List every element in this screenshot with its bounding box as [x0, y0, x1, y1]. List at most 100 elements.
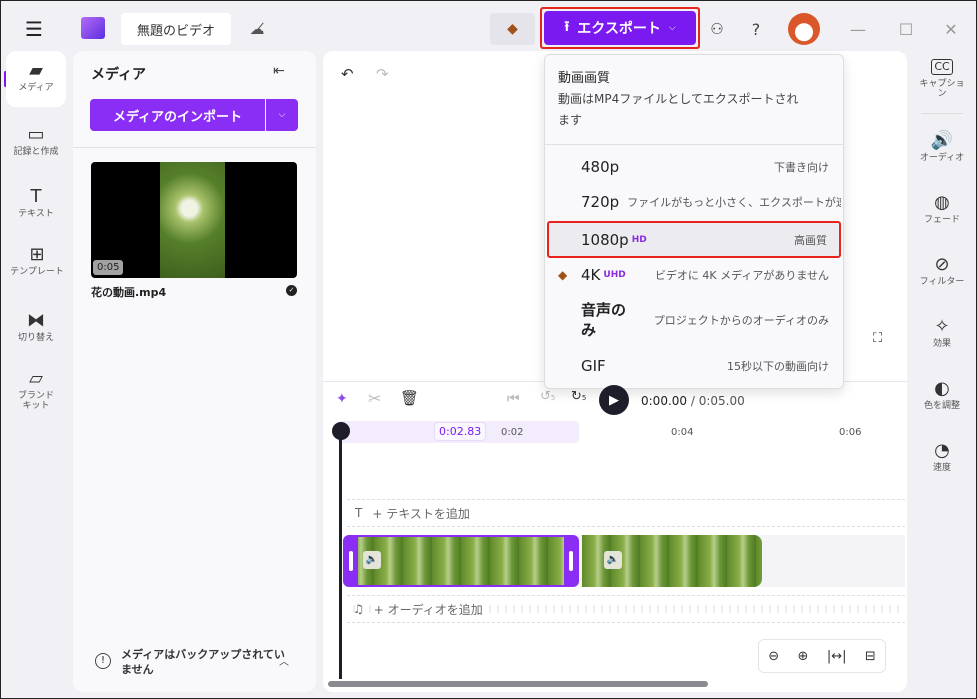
rail-item-effects[interactable]: ✧ 効果: [911, 315, 973, 350]
fade-icon: ◍: [934, 192, 950, 213]
export-button[interactable]: ⭱ エクスポート ⌵: [544, 11, 696, 45]
quality-option-1080p[interactable]: 1080p HD 高画質: [547, 221, 841, 258]
templates-icon: ⊞: [29, 244, 45, 265]
chevron-up-icon[interactable]: ︿: [279, 653, 289, 668]
divider: [73, 147, 316, 148]
speaker-icon: 🔊: [930, 130, 954, 151]
import-dropdown-button[interactable]: ⌵: [266, 99, 298, 131]
rail-label: 色を調整: [923, 401, 960, 411]
nav-label: テンプレート: [10, 267, 64, 277]
text-icon: T: [355, 506, 363, 520]
nav-label: ブランドキット: [17, 391, 54, 411]
duration-badge: 0:05: [93, 260, 124, 275]
text-track[interactable]: T + テキストを追加: [347, 499, 905, 527]
quality-option-720p[interactable]: 720p ファイルがもっと小さく、エクスポートが速い: [547, 183, 841, 221]
forward-5-button[interactable]: ↻5: [571, 389, 586, 404]
undo-icon[interactable]: ↶: [341, 65, 354, 83]
rail-item-filters[interactable]: ⊘ フィルター: [911, 253, 973, 288]
total-time: / 0:05.00: [690, 394, 745, 408]
quality-option-audio-only[interactable]: 音声のみ プロジェクトからのオーディオのみ: [547, 295, 841, 345]
speaker-icon[interactable]: 🔈: [363, 551, 381, 569]
media-thumbnail[interactable]: 0:05: [91, 162, 297, 278]
audio-track[interactable]: ♫ + オーディオを追加: [347, 595, 905, 623]
fit-to-width-icon[interactable]: |↔|: [827, 649, 847, 664]
nav-item-brand-kit[interactable]: ▱ ブランドキット: [16, 367, 56, 412]
media-file-name: 花の動画.mp4: [91, 286, 167, 299]
trim-handle-left[interactable]: [345, 537, 358, 585]
video-clip-selected[interactable]: 🔈: [343, 535, 579, 587]
option-desc: ビデオに 4K メディアがありません: [654, 269, 829, 282]
zoom-in-icon[interactable]: ⊕: [798, 649, 809, 664]
playhead-line[interactable]: [339, 433, 342, 679]
ruler-tick-label: 0:06: [839, 427, 862, 438]
folder-icon: ▰: [29, 60, 43, 81]
speaker-icon[interactable]: 🔈: [604, 551, 622, 569]
chevron-down-icon: ⌵: [668, 23, 676, 33]
collapse-panel-icon[interactable]: ⇤: [273, 63, 285, 79]
video-clip[interactable]: 🔈: [582, 535, 762, 587]
play-button[interactable]: ▶: [599, 385, 629, 415]
nav-item-templates[interactable]: ⊞ テンプレート: [6, 243, 68, 278]
diamond-icon: ◆: [507, 21, 518, 37]
info-icon: !: [95, 653, 111, 669]
maximize-icon[interactable]: ☐: [894, 13, 918, 45]
cloud-sync-off-icon[interactable]: ☁̸: [244, 13, 270, 45]
nav-item-record[interactable]: ▭ 記録と作成: [6, 123, 66, 158]
quality-option-4k[interactable]: ◆ 4K UHD ビデオに 4K メディアがありません: [547, 256, 841, 294]
option-label: 480p: [581, 158, 620, 176]
trim-handle-right[interactable]: [564, 537, 577, 585]
rail-item-color[interactable]: ◐ 色を調整: [911, 377, 973, 412]
export-quality-menu: 動画画質 動画はMP4ファイルとしてエクスポートされます 480p 下書き向け 7…: [544, 54, 844, 389]
export-label: エクスポート: [577, 21, 661, 37]
timeline-scrollbar[interactable]: [328, 681, 708, 687]
uhd-badge: UHD: [603, 270, 626, 280]
help-button[interactable]: ?: [744, 13, 768, 45]
upload-icon: ⭱: [564, 19, 570, 35]
nav-item-text[interactable]: T テキスト: [6, 185, 66, 220]
snap-icon[interactable]: ⊟: [865, 649, 876, 664]
fullscreen-icon[interactable]: ⛶: [873, 331, 882, 346]
video-title-input[interactable]: 無題のビデオ: [121, 13, 231, 45]
trash-icon[interactable]: 🗑: [400, 389, 419, 407]
menu-subtitle: 動画はMP4ファイルとしてエクスポートされます: [558, 92, 799, 127]
import-media-button[interactable]: メディアのインポート: [90, 99, 265, 131]
share-people-icon[interactable]: ⚇: [704, 13, 730, 45]
zoom-out-icon[interactable]: ⊖: [768, 649, 779, 664]
rail-label: キャプション: [919, 79, 965, 99]
speedometer-icon: ◔: [934, 440, 950, 461]
quality-option-gif[interactable]: GIF 15秒以下の動画向け: [547, 347, 841, 385]
avatar[interactable]: [788, 13, 820, 45]
close-icon[interactable]: ✕: [939, 13, 963, 45]
scissors-icon[interactable]: ✂: [368, 389, 381, 408]
cc-icon: CC: [931, 59, 953, 75]
hamburger-menu-icon[interactable]: ☰: [19, 13, 49, 45]
music-note-icon: ♫: [353, 602, 364, 616]
skip-start-icon[interactable]: ⏮: [507, 391, 520, 407]
ai-sparkle-icon[interactable]: ✦: [336, 391, 348, 407]
filter-icon: ⊘: [934, 254, 950, 275]
text-icon: T: [30, 186, 42, 207]
nav-label: 切り替え: [17, 333, 54, 343]
media-panel-title: メディア: [91, 67, 147, 83]
ruler-tick-label: 0:04: [671, 427, 694, 438]
zoom-controls: ⊖ ⊕ |↔| ⊟: [758, 639, 886, 673]
nav-label: メディア: [18, 83, 54, 93]
app-logo: [81, 17, 105, 39]
option-label: GIF: [581, 357, 606, 375]
import-label: メディアのインポート: [112, 109, 243, 125]
rail-item-speed[interactable]: ◔ 速度: [911, 439, 973, 474]
rail-item-audio[interactable]: 🔊 オーディオ: [911, 129, 973, 164]
quality-option-480p[interactable]: 480p 下書き向け: [547, 148, 841, 186]
time-display: 0:00.00 / 0:05.00: [641, 394, 745, 408]
nav-item-media[interactable]: ▰ メディア: [6, 51, 66, 107]
option-label: 1080p: [581, 230, 629, 249]
minimize-icon[interactable]: —: [846, 13, 870, 45]
rail-label: 効果: [932, 339, 951, 349]
redo-icon[interactable]: ↷: [376, 65, 389, 83]
premium-button[interactable]: ◆: [490, 13, 535, 45]
menu-title: 動画画質: [558, 71, 611, 86]
rewind-5-button[interactable]: ↺5: [540, 389, 555, 404]
rail-item-fade[interactable]: ◍ フェード: [911, 191, 973, 226]
nav-item-transitions[interactable]: ⧓ 切り替え: [6, 309, 66, 344]
rail-item-captions[interactable]: CC キャプション: [911, 59, 973, 99]
